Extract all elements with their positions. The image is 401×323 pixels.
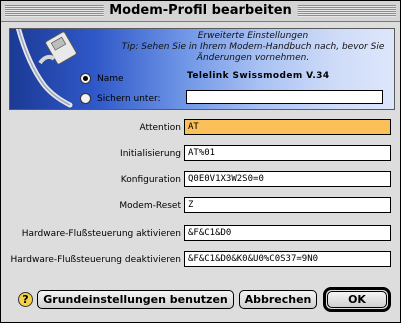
- hint-title: Erweiterte Einstellungen: [197, 31, 309, 41]
- hw-flow-off-input[interactable]: &F&C1&D0&K0&U0%C0S37=9N0: [184, 251, 391, 267]
- initialisierung-input[interactable]: AT%01: [184, 145, 391, 161]
- konfiguration-label: Konfiguration: [120, 175, 181, 185]
- radio-name-label: Name: [97, 73, 124, 84]
- radio-save-as-button[interactable]: [80, 93, 91, 104]
- modem-reset-input[interactable]: Z: [184, 197, 391, 213]
- radio-save-as[interactable]: Sichern unter:: [80, 93, 161, 104]
- edit-modem-profile-dialog: Modem-Profil bearbeiten Erweiterte Einst…: [0, 0, 401, 323]
- modem-reset-label: Modem-Reset: [119, 201, 181, 211]
- initialisierung-label: Initialisierung: [120, 149, 181, 159]
- hw-flow-off-label: Hardware-Flußsteuerung deaktivieren: [10, 255, 181, 265]
- hint-text: Erweiterte Einstellungen Tip: Sehen Sie …: [120, 31, 386, 64]
- window-title: Modem-Profil bearbeiten: [103, 2, 298, 20]
- cancel-button[interactable]: Abbrechen: [239, 290, 317, 309]
- hint-line-2: Änderungen vornehmen.: [196, 53, 310, 63]
- hint-line-1: Tip: Sehen Sie in Ihrem Modem-Handbuch n…: [121, 42, 385, 52]
- hw-flow-on-label: Hardware-Flußsteuerung aktivieren: [21, 229, 181, 239]
- radio-name[interactable]: Name: [80, 73, 124, 84]
- attention-input[interactable]: AT: [184, 119, 391, 135]
- radio-name-button[interactable]: [80, 73, 91, 84]
- use-defaults-button[interactable]: Grundeinstellungen benutzen: [37, 290, 234, 309]
- help-icon[interactable]: ?: [18, 292, 33, 307]
- title-bar[interactable]: Modem-Profil bearbeiten: [1, 1, 400, 22]
- save-as-input[interactable]: [186, 90, 383, 104]
- radio-save-as-label: Sichern unter:: [97, 93, 161, 104]
- konfiguration-input[interactable]: Q0E0V1X3W2S0=0: [184, 171, 391, 187]
- attention-label: Attention: [139, 123, 181, 133]
- modem-name: Telelink Swissmodem V.34: [187, 71, 330, 81]
- hw-flow-on-input[interactable]: &F&C1&D0: [184, 225, 391, 241]
- ok-button[interactable]: OK: [327, 291, 387, 308]
